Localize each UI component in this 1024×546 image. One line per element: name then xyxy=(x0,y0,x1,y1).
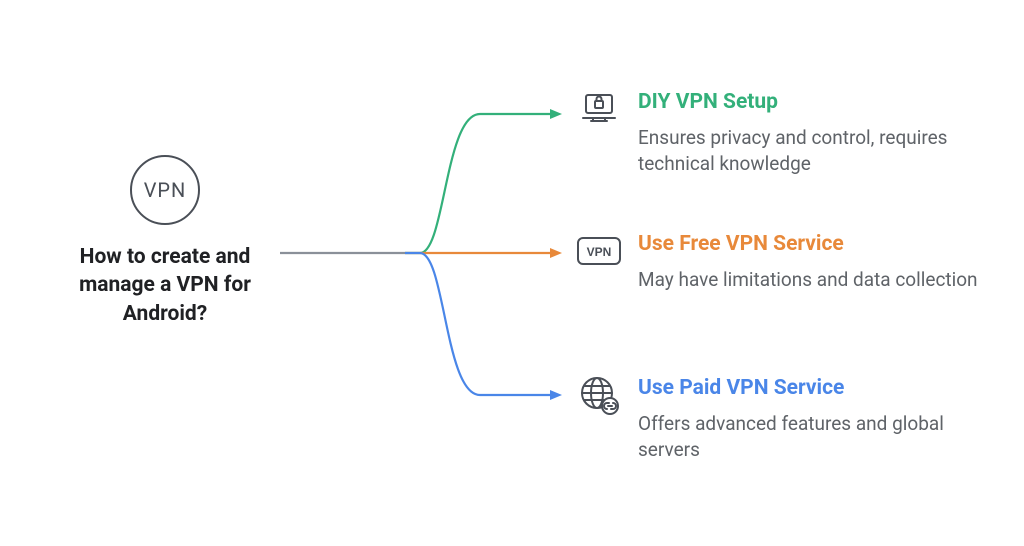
option-paid: Use Paid VPN Service Offers advanced fea… xyxy=(576,374,986,462)
option-diy-desc: Ensures privacy and control, requires te… xyxy=(638,125,986,176)
option-free-content: Use Free VPN Service May have limitation… xyxy=(638,230,986,293)
option-diy: DIY VPN Setup Ensures privacy and contro… xyxy=(576,88,986,176)
option-paid-title: Use Paid VPN Service xyxy=(638,376,986,401)
vpn-circle-icon: VPN xyxy=(130,155,200,225)
globe-link-icon xyxy=(576,372,622,418)
option-paid-content: Use Paid VPN Service Offers advanced fea… xyxy=(638,374,986,462)
option-paid-desc: Offers advanced features and global serv… xyxy=(638,411,986,462)
arrowhead-free xyxy=(550,248,562,258)
source-question-text: How to create and manage a VPN for Andro… xyxy=(60,243,270,328)
option-free-title: Use Free VPN Service xyxy=(638,232,986,257)
vpn-badge-icon: VPN xyxy=(576,228,622,274)
vpn-circle-label: VPN xyxy=(144,178,187,202)
source-node: VPN How to create and manage a VPN for A… xyxy=(60,155,270,328)
branch-arrows xyxy=(280,60,570,460)
arrow-path-diy xyxy=(405,114,550,253)
option-diy-title: DIY VPN Setup xyxy=(638,90,986,115)
arrowhead-paid xyxy=(550,390,562,400)
option-free-desc: May have limitations and data collection xyxy=(638,267,986,293)
diagram-container: VPN How to create and manage a VPN for A… xyxy=(0,0,1024,546)
option-diy-content: DIY VPN Setup Ensures privacy and contro… xyxy=(638,88,986,176)
arrowhead-diy xyxy=(550,109,562,119)
arrow-path-paid xyxy=(405,253,550,395)
svg-text:VPN: VPN xyxy=(587,245,612,259)
laptop-lock-icon xyxy=(576,86,622,132)
option-free: VPN Use Free VPN Service May have limita… xyxy=(576,230,986,293)
